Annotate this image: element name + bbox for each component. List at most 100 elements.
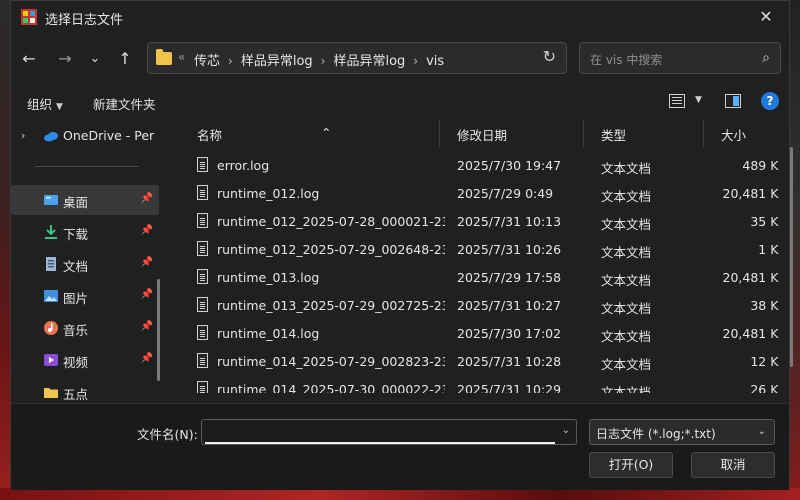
column-divider[interactable] xyxy=(583,119,584,147)
folder-icon xyxy=(156,49,172,65)
sidebar-scrollbar[interactable] xyxy=(157,279,160,381)
app-icon xyxy=(21,9,37,25)
filename-input[interactable] xyxy=(205,422,555,444)
file-row[interactable]: error.log 2025/7/30 19:47 文本文档 489 KB xyxy=(173,151,779,179)
file-date: 2025/7/31 10:26 xyxy=(457,242,562,257)
file-name: runtime_014_2025-07-29_002823-232... xyxy=(217,354,445,369)
close-button[interactable]: ✕ xyxy=(743,1,789,33)
download-icon xyxy=(45,225,57,239)
breadcrumb-item[interactable]: 样品异常log xyxy=(333,54,405,69)
pin-icon[interactable]: 📌 xyxy=(141,257,153,268)
file-row[interactable]: runtime_012_2025-07-28_000021-235... 202… xyxy=(173,207,779,235)
file-row[interactable]: runtime_014.log 2025/7/30 17:02 文本文档 20,… xyxy=(173,319,779,347)
file-name: runtime_012.log xyxy=(217,186,320,201)
column-header-type[interactable]: 类型 xyxy=(601,125,626,144)
file-date: 2025/7/29 17:58 xyxy=(457,270,562,285)
view-options-icon[interactable] xyxy=(669,94,685,108)
cancel-button[interactable]: 取消 xyxy=(691,452,775,478)
search-box[interactable]: 在 vis 中搜索 ⌕ xyxy=(579,42,781,74)
file-type: 文本文档 xyxy=(601,245,652,260)
sidebar-item-downloads[interactable]: 下载 📌 xyxy=(11,217,159,247)
pin-icon[interactable]: 📌 xyxy=(141,353,153,364)
file-date: 2025/7/30 17:02 xyxy=(457,326,562,341)
text-file-icon xyxy=(197,325,208,340)
column-headers: 名称 ⌃ 修改日期 类型 大小 xyxy=(173,119,779,147)
chevron-down-icon[interactable]: ⌄ xyxy=(758,426,766,437)
file-type: 文本文档 xyxy=(601,273,652,288)
chevron-down-icon[interactable]: ⌄ xyxy=(562,425,570,436)
pin-icon[interactable]: 📌 xyxy=(141,289,153,300)
recent-locations-chevron-icon[interactable]: ⌄ xyxy=(81,45,109,73)
file-type: 文本文档 xyxy=(601,301,652,316)
breadcrumb-item[interactable]: vis xyxy=(426,54,444,69)
help-icon[interactable]: ? xyxy=(761,92,779,110)
sidebar-item-label: 视频 xyxy=(63,355,89,370)
file-name: runtime_013_2025-07-29_002725-232... xyxy=(217,298,445,313)
file-name: runtime_012_2025-07-28_000021-235... xyxy=(217,214,445,229)
desktop-icon xyxy=(44,195,58,205)
file-date: 2025/7/31 10:27 xyxy=(457,298,562,313)
sidebar-item-label: 图片 xyxy=(63,291,89,306)
up-arrow-icon[interactable]: ↑ xyxy=(111,45,139,73)
file-row[interactable]: runtime_013.log 2025/7/29 17:58 文本文档 20,… xyxy=(173,263,779,291)
file-row[interactable]: runtime_014_2025-07-30_000022-232... 202… xyxy=(173,375,779,393)
breadcrumb-item[interactable]: 样品异常log xyxy=(241,54,313,69)
file-size: 35 KB xyxy=(750,214,779,229)
chevron-right-icon: › xyxy=(413,54,419,68)
forward-arrow-icon[interactable]: → xyxy=(51,45,79,73)
title-bar[interactable]: 选择日志文件 ✕ xyxy=(11,1,789,33)
organize-menu-button[interactable]: 组织 ▼ xyxy=(27,94,63,113)
refresh-icon[interactable]: ↻ xyxy=(543,47,556,66)
file-row[interactable]: runtime_013_2025-07-29_002725-232... 202… xyxy=(173,291,779,319)
breadcrumb: 传芯 › 样品异常log › 样品异常log › vis xyxy=(194,50,444,69)
file-row[interactable]: runtime_014_2025-07-29_002823-232... 202… xyxy=(173,347,779,375)
text-file-icon xyxy=(197,297,208,312)
sidebar-item-documents[interactable]: 文档 📌 xyxy=(11,249,159,279)
column-header-date[interactable]: 修改日期 xyxy=(457,125,507,144)
back-arrow-icon[interactable]: ← xyxy=(15,45,43,73)
file-type: 文本文档 xyxy=(601,357,652,372)
sidebar-item-onedrive[interactable]: › OneDrive - Per xyxy=(11,121,159,151)
file-type: 文本文档 xyxy=(601,385,652,393)
pin-icon[interactable]: 📌 xyxy=(141,193,153,204)
column-divider[interactable] xyxy=(703,119,704,147)
music-icon xyxy=(44,321,58,335)
pictures-icon xyxy=(44,290,58,302)
column-header-name[interactable]: 名称 xyxy=(197,125,222,144)
file-size: 20,481 KB xyxy=(722,270,779,285)
file-type: 文本文档 xyxy=(601,189,652,204)
preview-pane-icon[interactable] xyxy=(725,94,741,108)
organize-label: 组织 xyxy=(27,97,53,112)
document-icon xyxy=(46,257,56,271)
open-button[interactable]: 打开(O) xyxy=(589,452,673,478)
sidebar-item-desktop[interactable]: 桌面 📌 xyxy=(11,185,159,215)
pin-icon[interactable]: 📌 xyxy=(141,225,153,236)
file-name: runtime_014.log xyxy=(217,326,320,341)
expand-chevron-icon[interactable]: › xyxy=(21,129,25,142)
sidebar-item-music[interactable]: 音乐 📌 xyxy=(11,313,159,343)
search-icon[interactable]: ⌕ xyxy=(762,50,770,66)
breadcrumb-overflow-icon[interactable]: « xyxy=(178,50,185,64)
column-divider[interactable] xyxy=(439,119,440,147)
sidebar-item-videos[interactable]: 视频 📌 xyxy=(11,345,159,375)
navigation-pane: › OneDrive - Per 桌面 📌 下载 📌 文档 📌 图片 📌 音乐 … xyxy=(11,119,163,403)
file-type-filter-select[interactable]: 日志文件 (*.log;*.txt) ⌄ xyxy=(589,419,775,445)
new-folder-button[interactable]: 新建文件夹 xyxy=(93,94,156,113)
file-row[interactable]: runtime_012.log 2025/7/29 0:49 文本文档 20,4… xyxy=(173,179,779,207)
filename-combobox[interactable]: ⌄ xyxy=(201,419,577,445)
file-name: error.log xyxy=(217,158,270,173)
file-list-scrollbar[interactable] xyxy=(790,147,793,367)
file-date: 2025/7/29 0:49 xyxy=(457,186,554,201)
file-name: runtime_012_2025-07-29_002648-232... xyxy=(217,242,445,257)
file-row[interactable]: runtime_012_2025-07-29_002648-232... 202… xyxy=(173,235,779,263)
pin-icon[interactable]: 📌 xyxy=(141,321,153,332)
sidebar-item-wudian[interactable]: 五点 xyxy=(11,377,159,403)
breadcrumb-item[interactable]: 传芯 xyxy=(194,54,220,69)
caret-down-icon: ▼ xyxy=(56,102,63,112)
column-header-size[interactable]: 大小 xyxy=(721,125,746,144)
sidebar-item-pictures[interactable]: 图片 📌 xyxy=(11,281,159,311)
caret-down-icon[interactable]: ▼ xyxy=(695,95,702,105)
address-bar[interactable]: « 传芯 › 样品异常log › 样品异常log › vis ↻ xyxy=(147,42,567,74)
text-file-icon xyxy=(197,213,208,228)
file-open-dialog: 选择日志文件 ✕ ← → ⌄ ↑ « 传芯 › 样品异常log › 样品异常log › vi… xyxy=(10,0,793,490)
